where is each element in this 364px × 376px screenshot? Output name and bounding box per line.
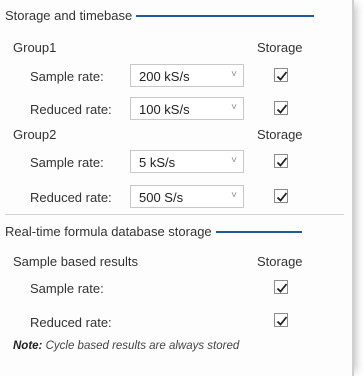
formula-sample-rate-label: Sample rate:	[30, 281, 104, 296]
note-text: Cycle based results are always stored	[45, 340, 240, 352]
group2-sample-rate-dropdown[interactable]: 5 kS/s ˅	[130, 150, 244, 173]
checkmark-icon	[276, 71, 288, 81]
section-title-storage: Storage and timebase	[5, 8, 133, 23]
formula-sample-storage-checkbox[interactable]	[274, 280, 288, 294]
group1-storage-header: Storage	[257, 40, 303, 55]
group1-reduced-rate-label: Reduced rate:	[30, 102, 112, 117]
section-title-formula: Real-time formula database storage	[5, 224, 212, 239]
formula-reduced-storage-checkbox[interactable]	[274, 313, 288, 327]
group2-storage-header: Storage	[257, 127, 303, 142]
sample-based-results-label: Sample based results	[13, 254, 139, 269]
group2-reduced-storage-checkbox[interactable]	[274, 189, 288, 203]
group2-sample-storage-checkbox[interactable]	[274, 154, 288, 168]
group1-sample-rate-label: Sample rate:	[30, 69, 104, 84]
section-rule	[136, 14, 315, 17]
section-header-storage: Storage and timebase	[5, 8, 315, 23]
group1-sample-rate-dropdown[interactable]: 200 kS/s ˅	[130, 64, 244, 87]
checkmark-icon	[276, 316, 288, 326]
group1-sample-storage-checkbox[interactable]	[274, 68, 288, 82]
chevron-down-icon: ˅	[231, 102, 237, 113]
group2-reduced-rate-label: Reduced rate:	[30, 190, 112, 205]
group2-label: Group2	[13, 127, 57, 142]
checkmark-icon	[276, 157, 288, 167]
dropdown-value: 200 kS/s	[139, 69, 190, 84]
dropdown-value: 500 S/s	[139, 190, 184, 205]
checkmark-icon	[276, 283, 288, 293]
dropdown-value: 5 kS/s	[139, 155, 176, 170]
group2-reduced-rate-dropdown[interactable]: 500 S/s ˅	[130, 185, 244, 208]
chevron-down-icon: ˅	[231, 190, 237, 201]
group1-reduced-storage-checkbox[interactable]	[274, 101, 288, 115]
checkmark-icon	[276, 104, 288, 114]
note-label: Note:	[13, 340, 43, 352]
dropdown-value: 100 kS/s	[139, 102, 190, 117]
formula-storage-header: Storage	[257, 254, 303, 269]
checkmark-icon	[276, 192, 288, 202]
group1-label: Group1	[13, 40, 57, 55]
section-divider	[5, 214, 344, 215]
group2-sample-rate-label: Sample rate:	[30, 155, 104, 170]
storage-settings-panel: Storage and timebase Group1 Storage Samp…	[0, 0, 354, 376]
chevron-down-icon: ˅	[231, 69, 237, 80]
group1-reduced-rate-dropdown[interactable]: 100 kS/s ˅	[130, 97, 244, 120]
cycle-results-note: Note: Cycle based results are always sto…	[13, 340, 239, 352]
chevron-down-icon: ˅	[231, 155, 237, 166]
section-header-formula: Real-time formula database storage	[5, 224, 302, 239]
formula-reduced-rate-label: Reduced rate:	[30, 315, 112, 330]
section-rule	[215, 230, 302, 233]
